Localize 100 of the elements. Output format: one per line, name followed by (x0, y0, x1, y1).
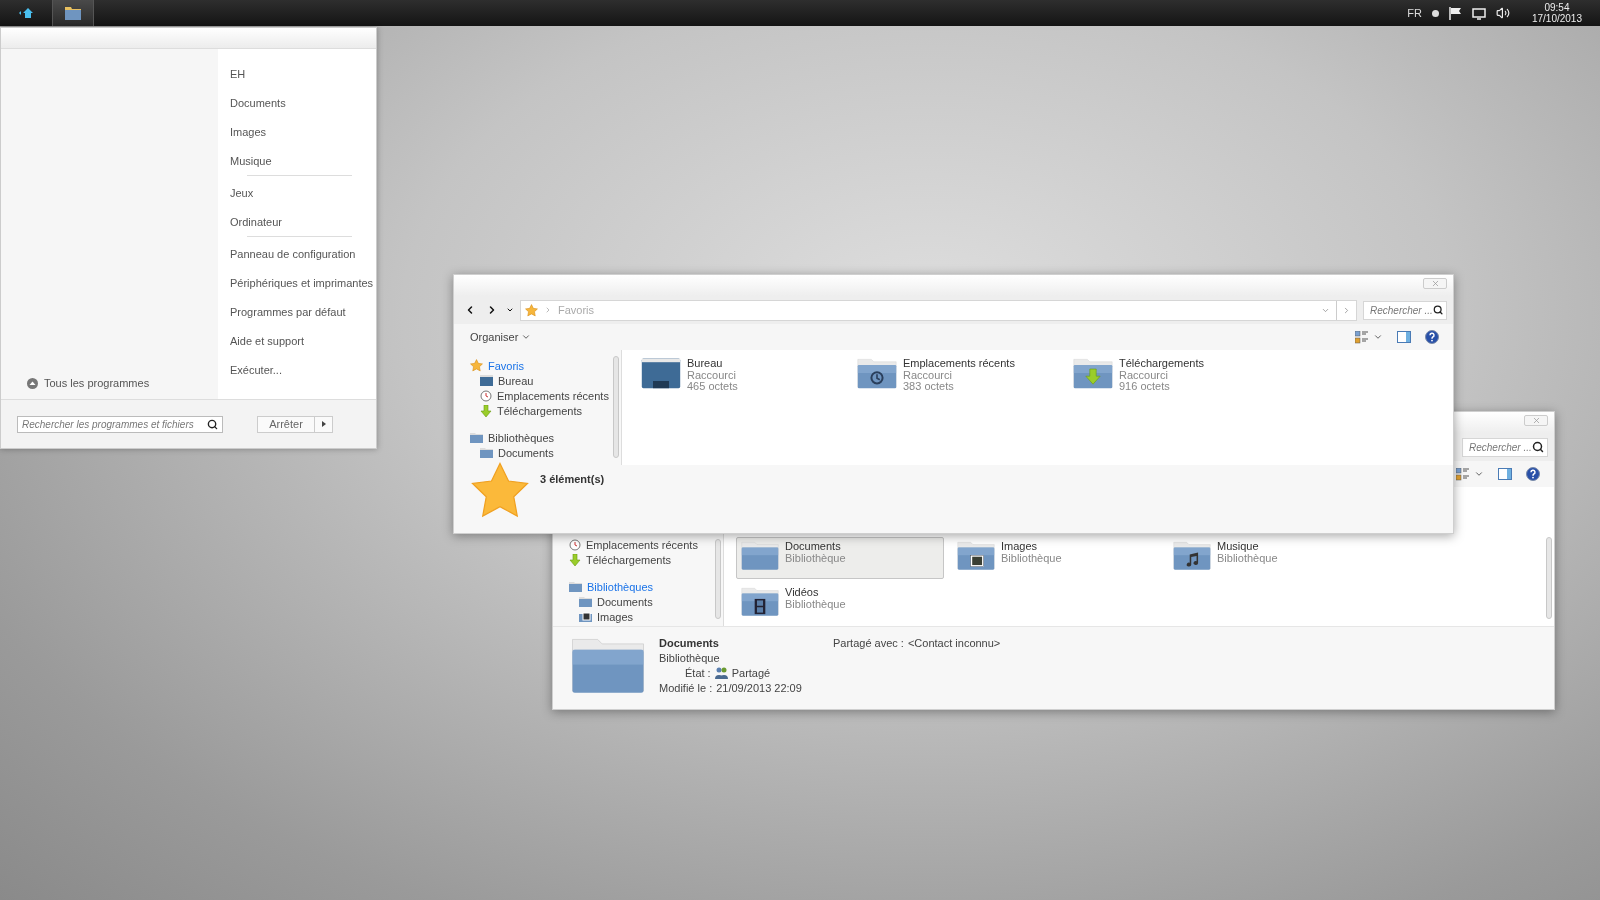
star-icon (470, 359, 483, 372)
library-tile[interactable]: Musique Bibliothèque (1168, 537, 1376, 579)
nav-item[interactable]: Favoris (470, 358, 611, 373)
tile-type: Bibliothèque (785, 598, 846, 610)
star-icon (525, 303, 538, 317)
folder-icon (65, 6, 81, 20)
tile-size: 465 octets (687, 381, 738, 393)
start-menu-item[interactable]: Périphériques et imprimantes (230, 268, 376, 297)
picture-folder-icon (579, 611, 592, 622)
start-menu-item[interactable]: Exécuter... (230, 355, 376, 384)
preview-pane-button[interactable] (1397, 331, 1411, 343)
language-indicator[interactable]: FR (1407, 7, 1422, 19)
tile-type: Raccourci (903, 369, 952, 381)
organize-menu[interactable]: Organiser (470, 331, 532, 343)
start-menu-item[interactable]: Musique (230, 146, 376, 175)
search-field[interactable]: Rechercher les programmes et fichiers (17, 415, 223, 433)
library-tile[interactable]: Documents Bibliothèque (736, 537, 944, 579)
nav-item-label: Bureau (498, 374, 534, 387)
help-icon (1526, 467, 1540, 481)
nav-item-label: Documents (498, 446, 554, 459)
search-field[interactable]: Rechercher ... (1462, 437, 1548, 457)
field-value: <Contact inconnu> (907, 637, 1001, 651)
folder-icon (741, 540, 779, 571)
dot-icon[interactable] (1431, 9, 1439, 17)
nav-item[interactable]: Documents (569, 594, 713, 609)
start-menu-item[interactable]: Ordinateur (230, 207, 376, 236)
caret-icon (1373, 332, 1383, 342)
network-icon[interactable] (1471, 6, 1486, 20)
scrollbar-thumb[interactable] (613, 356, 619, 458)
nav-item-label: Bibliothèques (587, 580, 654, 593)
nav-item[interactable]: Téléchargements (569, 552, 713, 567)
folder-icon (569, 581, 582, 592)
nav-item-label: Documents (597, 595, 653, 608)
clock-icon (569, 538, 581, 551)
nav-item-label: Emplacements récents (497, 389, 609, 402)
scrollbar-thumb[interactable] (1546, 537, 1552, 619)
folder-icon (857, 357, 897, 389)
tile-type: Raccourci (687, 369, 737, 381)
start-menu-item[interactable]: Programmes par défaut (230, 297, 376, 326)
tile-name: Vidéos (785, 587, 820, 599)
tile-name: Téléchargements (1119, 358, 1204, 370)
nav-item[interactable]: Documents (470, 445, 611, 460)
scrollbar-thumb[interactable] (715, 539, 721, 619)
help-button[interactable] (1425, 330, 1439, 344)
details-type: Bibliothèque (659, 652, 721, 664)
desktop-icon (641, 357, 681, 389)
volume-icon[interactable] (1495, 6, 1510, 20)
status-text: 3 élément(s) (540, 472, 605, 487)
nav-item[interactable]: Bureau (470, 373, 611, 388)
nav-item[interactable]: Bibliothèques (470, 430, 611, 445)
start-menu-item[interactable]: Documents (230, 88, 376, 117)
nav-item[interactable]: Emplacements récents (470, 388, 611, 403)
folder-icon (1173, 540, 1211, 571)
start-menu-item[interactable]: EH (230, 59, 376, 88)
tile-type: Bibliothèque (785, 552, 846, 564)
address-text: Favoris (558, 304, 595, 316)
view-options-button[interactable] (1456, 467, 1484, 481)
home-icon (19, 8, 33, 18)
all-programs-button[interactable]: Tous les programmes (27, 377, 218, 389)
shortcut-tile[interactable]: Téléchargements Raccourci 916 octets (1068, 354, 1276, 396)
tile-name: Bureau (687, 358, 724, 370)
library-tile[interactable]: Vidéos Bibliothèque (736, 583, 944, 625)
start-menu-item[interactable]: Jeux (230, 178, 376, 207)
nav-item-label: Téléchargements (586, 553, 671, 566)
shutdown-options-button[interactable] (315, 415, 333, 433)
search-icon (207, 418, 218, 430)
shortcut-tile[interactable]: Bureau Raccourci 465 octets (636, 354, 844, 396)
caret-icon (321, 421, 326, 427)
clock-icon (480, 389, 492, 402)
preview-pane-icon (1498, 468, 1512, 480)
taskbar-button[interactable] (52, 0, 94, 26)
search-field[interactable]: Rechercher ... (1363, 300, 1447, 320)
nav-item[interactable]: Bibliothèques (569, 579, 713, 594)
view-icon (1355, 330, 1369, 344)
start-menu-item[interactable]: Images (230, 117, 376, 146)
field-label: Partagé avec : (833, 637, 904, 651)
nav-item[interactable]: Téléchargements (470, 403, 611, 418)
shortcut-tile[interactable]: Emplacements récents Raccourci 383 octets (852, 354, 1060, 396)
tile-type: Bibliothèque (1217, 552, 1278, 564)
view-icon (1456, 467, 1470, 481)
start-menu-item[interactable]: Aide et support (230, 326, 376, 355)
shutdown-button[interactable]: Arrêter (257, 415, 315, 433)
flag-icon[interactable] (1448, 6, 1462, 20)
field-label: État : (685, 667, 711, 679)
close-icon (1430, 279, 1440, 288)
folder-icon (579, 596, 592, 607)
start-menu-item[interactable]: Panneau de configuration (230, 239, 376, 268)
clock[interactable]: 09:54 17/10/2013 (1531, 2, 1582, 24)
field-label: Modifié le : (659, 682, 713, 694)
download-icon (480, 404, 492, 417)
view-options-button[interactable] (1355, 330, 1383, 344)
nav-item[interactable]: Emplacements récents (569, 537, 713, 552)
folder-icon (480, 447, 493, 458)
folder-icon (470, 432, 483, 443)
nav-item-label: Emplacements récents (586, 538, 698, 551)
library-tile[interactable]: Images Bibliothèque (952, 537, 1160, 579)
search-icon (1432, 304, 1443, 316)
preview-pane-button[interactable] (1498, 468, 1512, 480)
help-button[interactable] (1526, 467, 1540, 481)
nav-item[interactable]: Images (569, 609, 713, 624)
